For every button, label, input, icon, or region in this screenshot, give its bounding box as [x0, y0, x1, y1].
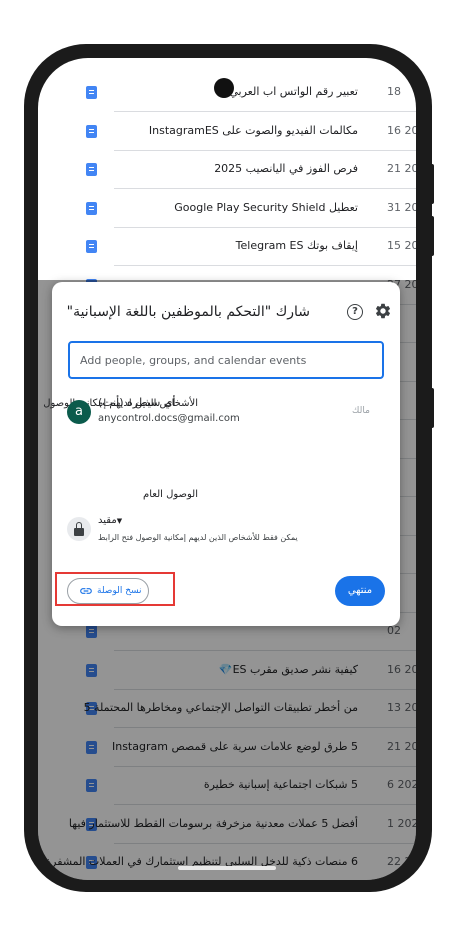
access-level-value: مقيد	[98, 515, 117, 526]
document-icon	[86, 240, 97, 253]
document-icon	[86, 201, 97, 215]
file-date: 16 20	[387, 123, 416, 137]
home-indicator[interactable]	[178, 866, 276, 870]
dropdown-arrow-icon: ▼	[116, 517, 123, 525]
person-name: أي سيطره (أنت)	[98, 396, 176, 409]
file-list-item[interactable]: مكالمات الفيديو والصوت على InstagramES 16…	[38, 111, 416, 151]
dialog-title: شارك "التحكم بالموظفين باللغة الإسبانية"	[66, 304, 310, 320]
lock-icon	[67, 517, 91, 541]
file-date: 15 20	[387, 239, 416, 252]
file-list-item[interactable]: إيقاف بوتك Telegram ES 15 20	[38, 226, 416, 266]
avatar: a	[67, 400, 91, 424]
front-camera	[214, 78, 234, 98]
gear-icon[interactable]	[374, 302, 392, 320]
person-email: anycontrol.docs@gmail.com	[98, 413, 240, 424]
file-date: 31 20	[387, 200, 416, 214]
general-access-label: الوصول العام	[143, 489, 198, 500]
access-level-dropdown[interactable]: مقيد▼	[98, 515, 128, 526]
done-button[interactable]: منتهي	[335, 576, 385, 606]
file-title: تعبير رقم الواتس اب العربي	[229, 85, 358, 98]
owner-role-label: مالك	[352, 406, 370, 416]
file-list-item[interactable]: فرص الفوز في اليانصيب 2025 21 20	[38, 149, 416, 189]
document-icon	[86, 124, 97, 138]
copy-link-label: نسخ الوصلة	[97, 586, 142, 596]
file-title: إيقاف بوتك Telegram ES	[235, 239, 358, 252]
document-icon	[86, 163, 97, 176]
add-people-input[interactable]	[68, 341, 384, 379]
file-title: فرص الفوز في اليانصيب 2025	[214, 162, 358, 175]
file-date: 21 20	[387, 162, 416, 175]
link-icon	[80, 588, 92, 594]
access-description: يمكن فقط للأشخاص الذين لديهم إمكانية الو…	[98, 533, 298, 542]
file-title: تعطيل Google Play Security Shield	[174, 200, 358, 214]
file-date: 18	[387, 85, 401, 98]
copy-link-button[interactable]: نسخ الوصلة	[67, 578, 149, 604]
share-dialog: شارك "التحكم بالموظفين باللغة الإسبانية"…	[43, 282, 400, 626]
file-title: مكالمات الفيديو والصوت على InstagramES	[148, 123, 358, 137]
help-icon[interactable]: ?	[347, 304, 363, 320]
file-list-item[interactable]: تعطيل Google Play Security Shield 31 20	[38, 188, 416, 228]
document-icon	[86, 86, 97, 99]
